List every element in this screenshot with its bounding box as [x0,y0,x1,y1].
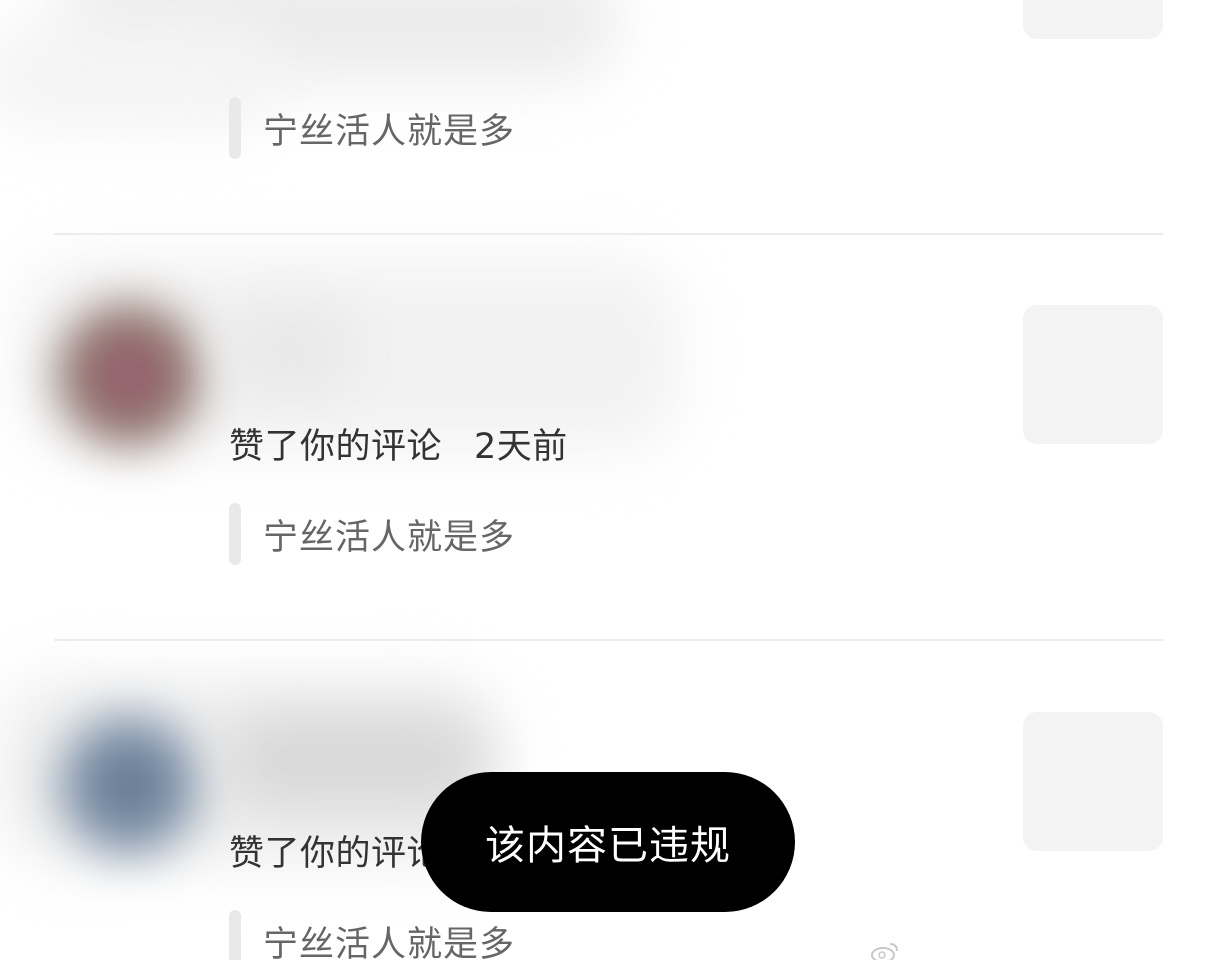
avatar[interactable] [54,300,204,450]
violation-toast: 该内容已违规 [421,772,795,912]
action-text: 赞了你的评论 [229,834,443,874]
quoted-comment: 宁丝活人就是多 [229,910,515,960]
notification-list-page: 宁丝活人就是多 赞了你的评论 2天前 宁丝活人就是多 赞了你的评论 宁丝活人就是多 [0,0,1216,960]
comment-thumbnail[interactable] [1023,305,1163,444]
quoted-comment: 宁丝活人就是多 [229,97,515,159]
notification-action: 赞了你的评论 [229,825,442,876]
quoted-comment-text: 宁丝活人就是多 [263,924,516,960]
notification-action: 赞了你的评论 2天前 [229,418,568,469]
avatar[interactable] [54,710,204,860]
comment-thumbnail[interactable] [1023,0,1163,39]
quote-bar [229,97,241,159]
timestamp: 2天前 [474,427,568,467]
divider [54,639,1163,641]
divider [54,233,1163,235]
quote-bar [229,503,241,565]
watermark [870,943,1200,960]
toast-message: 该内容已违规 [485,823,731,869]
quoted-comment: 宁丝活人就是多 [229,503,515,565]
redacted-username [225,305,355,395]
quoted-comment-text: 宁丝活人就是多 [263,111,516,152]
action-text: 赞了你的评论 [229,427,443,467]
weibo-logo-icon [871,943,898,960]
quote-bar [229,910,241,960]
quoted-comment-text: 宁丝活人就是多 [263,517,516,558]
comment-thumbnail[interactable] [1023,712,1163,851]
